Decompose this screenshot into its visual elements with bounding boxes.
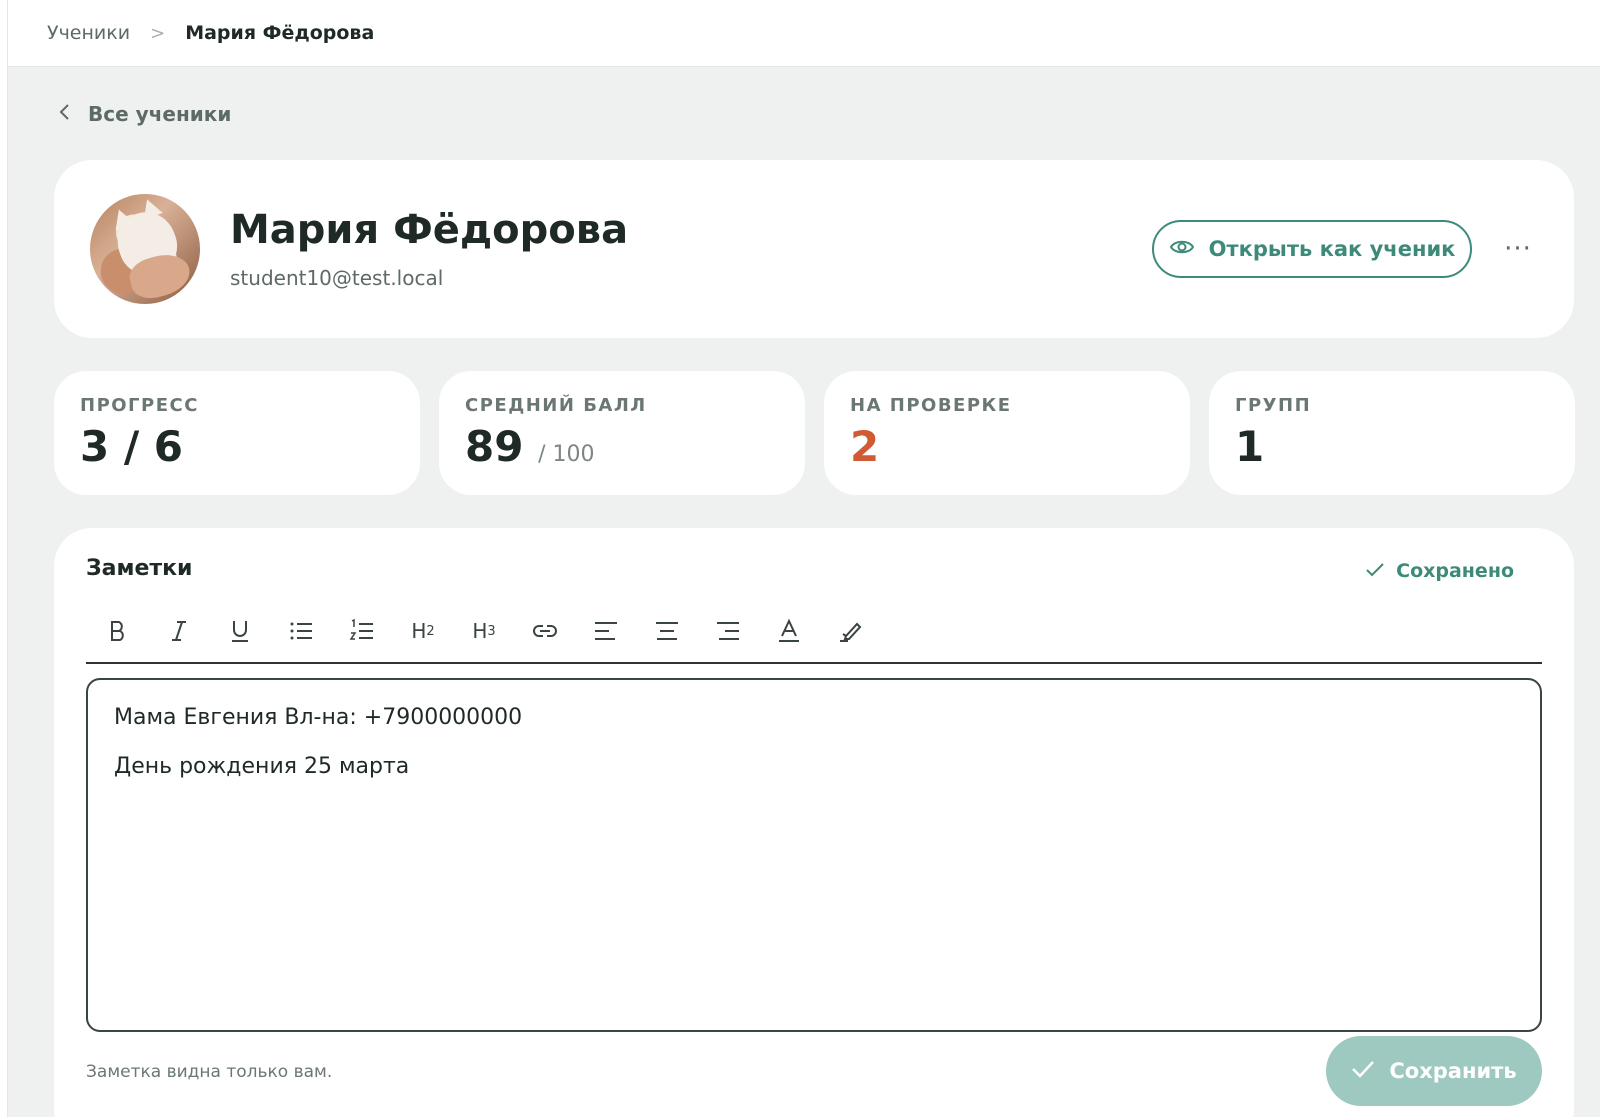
- eye-icon: [1169, 237, 1195, 262]
- align-right-icon[interactable]: [708, 611, 748, 651]
- avatar: [90, 194, 200, 304]
- stat-value: 1: [1235, 422, 1265, 471]
- heading-2-letter: H: [411, 619, 427, 643]
- save-button-label: Сохранить: [1389, 1059, 1517, 1083]
- notes-title: Заметки: [86, 556, 193, 581]
- bullet-list-icon[interactable]: [281, 611, 321, 651]
- note-line: Мама Евгения Вл-на: +7900000000: [114, 705, 523, 730]
- notes-visibility-hint: Заметка видна только вам.: [86, 1062, 333, 1082]
- save-button[interactable]: Сохранить: [1326, 1036, 1542, 1106]
- profile-card: Мария Фёдорова student10@test.local Откр…: [54, 160, 1574, 338]
- heading-3-letter: H: [472, 619, 488, 643]
- stat-value: 3 / 6: [80, 422, 184, 471]
- open-as-student-label: Открыть как ученик: [1208, 237, 1456, 261]
- breadcrumb-parent[interactable]: Ученики: [47, 22, 130, 44]
- heading-2-icon[interactable]: H2: [403, 611, 443, 651]
- heading-3-icon[interactable]: H3: [464, 611, 504, 651]
- stat-suffix: / 100: [538, 442, 595, 467]
- breadcrumb-separator-icon: >: [150, 22, 166, 44]
- stat-label: ГРУПП: [1235, 395, 1312, 416]
- check-icon: [1351, 1059, 1375, 1084]
- heading-3-level: 3: [487, 623, 496, 639]
- stat-card-groups: ГРУПП 1: [1209, 371, 1575, 495]
- back-link-label: Все ученики: [88, 102, 232, 126]
- stat-label: НА ПРОВЕРКЕ: [850, 395, 1012, 416]
- saved-status-label: Сохранено: [1396, 560, 1514, 582]
- highlighter-icon[interactable]: [830, 611, 870, 651]
- stat-value: 2: [850, 422, 880, 471]
- align-left-icon[interactable]: [586, 611, 626, 651]
- stat-card-under-review: НА ПРОВЕРКЕ 2: [824, 371, 1190, 495]
- link-icon[interactable]: [525, 611, 565, 651]
- align-center-icon[interactable]: [647, 611, 687, 651]
- check-icon: [1366, 560, 1384, 582]
- underline-icon[interactable]: [220, 611, 260, 651]
- profile-name: Мария Фёдорова: [230, 207, 629, 253]
- notes-editor[interactable]: Мама Евгения Вл-на: +7900000000 День рож…: [86, 678, 1542, 1032]
- chevron-left-icon: [58, 102, 72, 126]
- back-link[interactable]: Все ученики: [58, 102, 231, 126]
- breadcrumb: Ученики > Мария Фёдорова: [8, 0, 1600, 67]
- notes-card: Заметки Сохранено H2 H3 Мама Евгения Вл-…: [54, 528, 1574, 1117]
- numbered-list-icon[interactable]: [342, 611, 382, 651]
- profile-info: Мария Фёдорова student10@test.local: [230, 208, 628, 290]
- stat-label: СРЕДНИЙ БАЛЛ: [465, 395, 647, 416]
- note-line: День рождения 25 марта: [114, 753, 410, 779]
- stat-label: ПРОГРЕСС: [80, 395, 199, 416]
- italic-icon[interactable]: [159, 611, 199, 651]
- stat-value-wrap: 89 / 100: [465, 422, 779, 471]
- more-options-icon[interactable]: ···: [1498, 229, 1538, 269]
- saved-status: Сохранено: [1366, 560, 1514, 582]
- profile-email: student10@test.local: [230, 266, 444, 290]
- bold-icon[interactable]: [98, 611, 138, 651]
- editor-toolbar: H2 H3: [86, 600, 1542, 664]
- text-color-icon[interactable]: [769, 611, 809, 651]
- breadcrumb-current: Мария Фёдорова: [185, 22, 375, 44]
- heading-2-level: 2: [426, 623, 435, 639]
- stat-card-progress: ПРОГРЕСС 3 / 6: [54, 371, 420, 495]
- profile-actions: Открыть как ученик ···: [1152, 220, 1538, 278]
- open-as-student-button[interactable]: Открыть как ученик: [1152, 220, 1472, 278]
- left-edge: [0, 0, 8, 1117]
- stat-value: 89: [465, 422, 524, 471]
- stat-card-average-score: СРЕДНИЙ БАЛЛ 89 / 100: [439, 371, 805, 495]
